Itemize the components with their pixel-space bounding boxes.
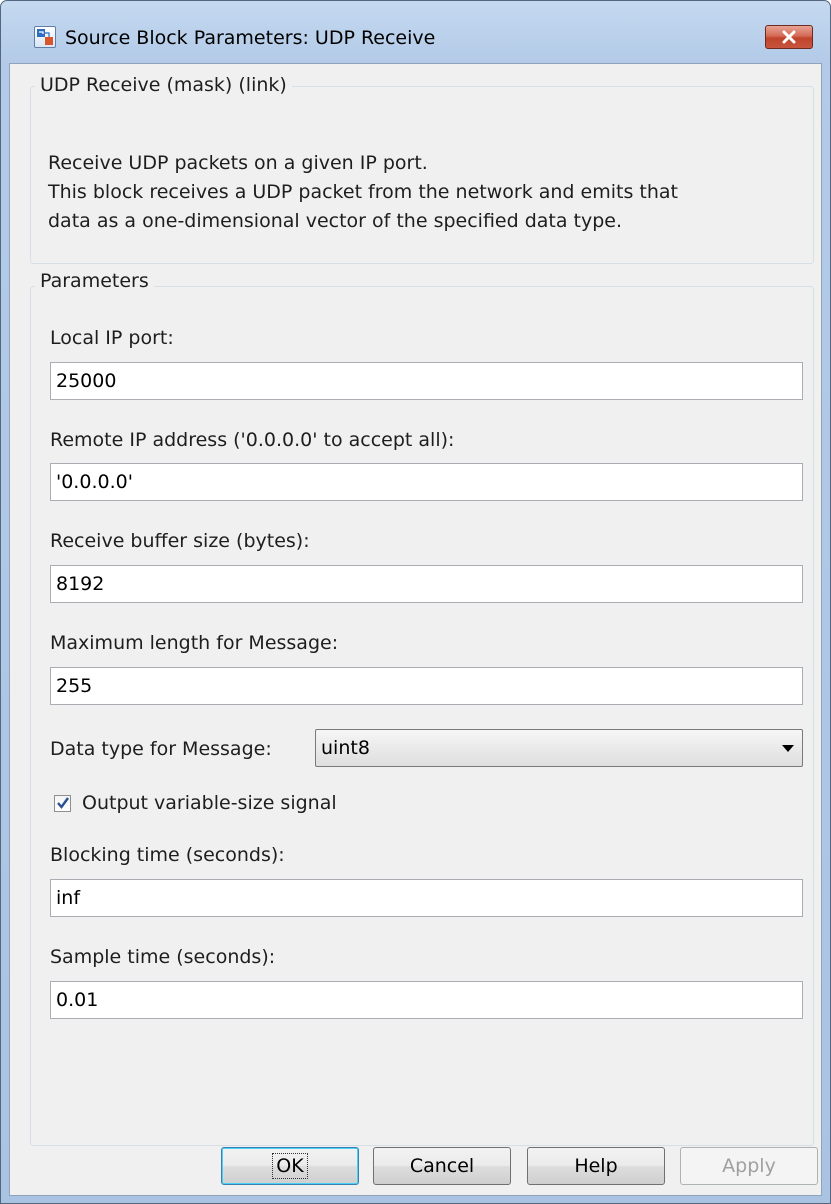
ok-button-label: OK bbox=[272, 1153, 308, 1179]
remote-ip-label: Remote IP address ('0.0.0.0' to accept a… bbox=[50, 429, 455, 451]
dialog-client-area: UDP Receive (mask) (link) Receive UDP pa… bbox=[9, 63, 822, 1196]
blocking-time-label: Blocking time (seconds): bbox=[50, 844, 285, 866]
chevron-down-icon bbox=[782, 745, 794, 752]
description-line-2: This block receives a UDP packet from th… bbox=[48, 181, 678, 203]
sample-time-label: Sample time (seconds): bbox=[50, 946, 276, 968]
sample-time-input[interactable]: 0.01 bbox=[50, 981, 803, 1019]
data-type-select[interactable]: uint8 bbox=[315, 729, 803, 767]
ok-button[interactable]: OK bbox=[221, 1147, 359, 1185]
parameters-group-title: Parameters bbox=[35, 270, 154, 292]
data-type-label: Data type for Message: bbox=[50, 738, 272, 760]
variable-size-label[interactable]: Output variable-size signal bbox=[82, 792, 337, 814]
description-line-1: Receive UDP packets on a given IP port. bbox=[48, 152, 428, 174]
window-title: Source Block Parameters: UDP Receive bbox=[65, 27, 436, 49]
buffer-size-label: Receive buffer size (bytes): bbox=[50, 530, 310, 552]
apply-button[interactable]: Apply bbox=[680, 1147, 818, 1185]
cancel-button[interactable]: Cancel bbox=[373, 1147, 511, 1185]
variable-size-checkbox[interactable] bbox=[54, 795, 71, 812]
title-bar[interactable]: Source Block Parameters: UDP Receive bbox=[1, 1, 830, 49]
help-button[interactable]: Help bbox=[527, 1147, 665, 1185]
max-length-input[interactable]: 255 bbox=[50, 667, 803, 705]
data-type-value: uint8 bbox=[321, 737, 370, 759]
simulink-block-icon bbox=[34, 26, 56, 48]
blocking-time-input[interactable]: inf bbox=[50, 879, 803, 917]
description-group-title: UDP Receive (mask) (link) bbox=[35, 74, 292, 96]
description-group bbox=[30, 86, 814, 264]
local-port-label: Local IP port: bbox=[50, 327, 174, 349]
close-button[interactable] bbox=[765, 25, 813, 49]
close-icon bbox=[782, 30, 796, 44]
checkmark-icon bbox=[57, 797, 69, 809]
description-line-3: data as a one-dimensional vector of the … bbox=[48, 210, 623, 232]
buffer-size-input[interactable]: 8192 bbox=[50, 565, 803, 603]
dialog-window: Source Block Parameters: UDP Receive UDP… bbox=[0, 0, 831, 1204]
max-length-label: Maximum length for Message: bbox=[50, 632, 339, 654]
remote-ip-input[interactable]: '0.0.0.0' bbox=[50, 463, 803, 501]
local-port-input[interactable]: 25000 bbox=[50, 362, 803, 400]
